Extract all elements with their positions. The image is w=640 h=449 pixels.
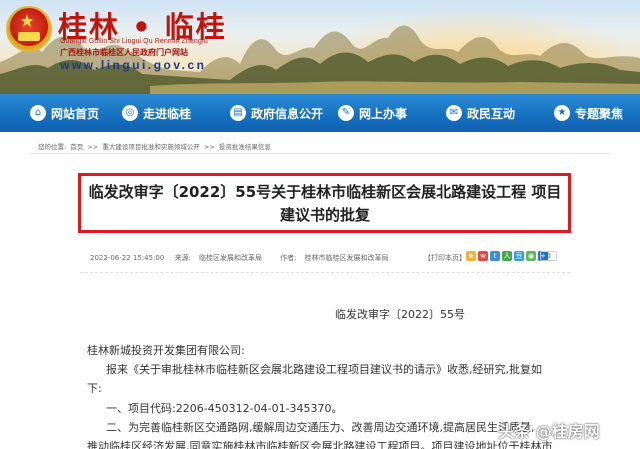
site-banner: ★ 桂林 • 临桂 Guangxi Guilin Shi Lingui Qu R…	[0, 0, 640, 94]
nav-item-label: 政民互动	[467, 106, 516, 121]
nav-item-about[interactable]: ◎ 走进临桂	[100, 94, 208, 132]
site-subtitle-en: Guangxi Guilin Shi Lingui Qu Renmin Zhen…	[60, 38, 208, 45]
breadcrumb-separator: >>	[87, 143, 99, 151]
compass-icon: ◎	[122, 105, 138, 121]
nav-item-online-service[interactable]: ✎ 网上办事	[316, 94, 424, 132]
breadcrumb-link-home[interactable]: 首页	[70, 143, 83, 151]
share-weibo-icon[interactable]: w	[478, 251, 488, 261]
main-nav: ⌂ 网站首页 ◎ 走进临桂 ▤ 政府信息公开 ✎ 网上办事 ✉ 政民互动 ★ 专…	[0, 94, 640, 132]
breadcrumb-prefix: 您的位置:	[38, 143, 67, 151]
service-icon: ✎	[338, 105, 354, 121]
article-title-box: 临发改审字〔2022〕55号关于桂林市临桂新区会展北路建设工程 项目建议书的批复	[78, 173, 571, 233]
star-icon: ★	[554, 105, 570, 121]
author-value: 桂林市临桂区发展和改革局	[304, 254, 389, 262]
print-button[interactable]: 【打印本页】	[424, 254, 466, 262]
article-title: 临发改审字〔2022〕55号关于桂林市临桂新区会展北路建设工程 项目建议书的批复	[88, 183, 562, 224]
page-tools: 【打印本页】	[424, 253, 472, 263]
divider	[80, 272, 570, 273]
nav-item-label: 网上办事	[359, 106, 408, 121]
project-code-line: 一、项目代码:2206-450312-04-01-345370。	[106, 402, 343, 415]
breadcrumb-link-subcategory[interactable]: 投资批准结果信息	[219, 143, 271, 151]
nav-item-topics[interactable]: ★ 专题聚焦	[532, 94, 640, 132]
share-count-badge: 0	[540, 251, 557, 261]
source-label: 来源:	[174, 254, 191, 262]
body-paragraph-line: 下:	[87, 382, 102, 395]
national-emblem-icon: ★	[6, 6, 52, 52]
publish-date: 2022-06-22 15:45:00	[90, 254, 165, 262]
body-paragraph-line: 推动临桂区经济发展,同意实施桂林市临桂新区会展北路建设工程项目。项目建设地址位于…	[87, 440, 553, 449]
body-paragraph-line: 二、为完善临桂新区交通路网,缓解周边交通压力、改善周边交通环境,提高居民生活质量…	[106, 421, 535, 434]
body-paragraph-line: 报来《关于审批桂林市临桂新区会展北路建设工程项目建议书的请示》收悉,经研究,批复…	[106, 363, 542, 376]
breadcrumb: 您的位置: 首页 >> 重大建设项目批准和实施领域公开 >> 投资批准结果信息	[38, 141, 273, 151]
share-douban-icon[interactable]: 豆	[514, 251, 524, 261]
nav-item-label: 网站首页	[51, 106, 100, 121]
site-subtitle-cn: 广西桂林市临桂区人民政府门户网站	[60, 48, 188, 57]
share-qzone-icon[interactable]: ★	[466, 251, 476, 261]
site-url: www.lingui.gov.cn	[60, 58, 207, 72]
source-watermark: 头条 @桂房网	[498, 422, 600, 441]
nav-item-label: 专题聚焦	[575, 106, 624, 121]
source-value: 临桂区发展和改革局	[198, 254, 262, 262]
share-bar: ★ w t 人 豆 ◉ +	[466, 251, 548, 261]
breadcrumb-link-category[interactable]: 重大建设项目批准和实施领域公开	[102, 143, 200, 151]
breadcrumb-separator: >>	[203, 143, 215, 151]
home-icon: ⌂	[30, 105, 46, 121]
nav-item-interaction[interactable]: ✉ 政民互动	[424, 94, 532, 132]
share-wechat-icon[interactable]: ◉	[526, 251, 536, 261]
document-icon: ▤	[230, 105, 246, 121]
chat-icon: ✉	[446, 105, 462, 121]
article-meta: 2022-06-22 15:45:00 来源: 临桂区发展和改革局 作者: 桂林市临…	[90, 253, 405, 263]
nav-item-label: 政府信息公开	[251, 106, 324, 121]
nav-item-info-disclosure[interactable]: ▤ 政府信息公开	[208, 94, 323, 132]
share-tencent-icon[interactable]: t	[490, 251, 500, 261]
nav-item-label: 走进临桂	[143, 106, 192, 121]
document-number: 临发改审字〔2022〕55号	[335, 308, 465, 321]
share-renren-icon[interactable]: 人	[502, 251, 512, 261]
recipient: 桂林新城投资开发集团有限公司:	[87, 344, 245, 357]
nav-item-home[interactable]: ⌂ 网站首页	[0, 94, 100, 132]
author-label: 作者:	[280, 254, 297, 262]
divider	[30, 153, 610, 154]
